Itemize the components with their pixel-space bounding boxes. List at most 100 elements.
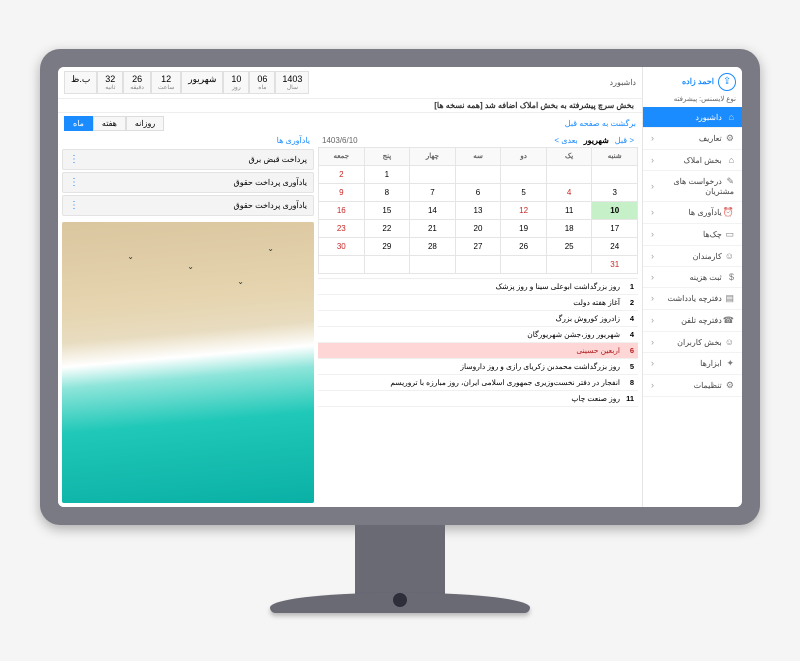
cal-day[interactable]: 16 — [318, 202, 364, 220]
nav-item[interactable]: ✦ ابزارها‹ — [643, 353, 742, 375]
nav-icon: ✎ — [724, 176, 734, 187]
back-link[interactable]: برگشت به صفحه قبل — [565, 119, 636, 128]
reminder-item[interactable]: یادآوری پرداخت حقوق⋮ — [62, 195, 314, 216]
tab-week[interactable]: هفته — [93, 116, 126, 131]
nav-item[interactable]: $ ثبت هزینه‹ — [643, 267, 742, 288]
wallpaper: ⌄ ⌄ ⌄ ⌄ — [62, 222, 314, 503]
cal-day[interactable]: 9 — [318, 184, 364, 202]
cal-day[interactable]: 25 — [546, 238, 592, 256]
nav-item[interactable]: ▭ چک‌ها‹ — [643, 224, 742, 246]
chevron-left-icon: ‹ — [651, 293, 654, 303]
cal-day[interactable]: 29 — [364, 238, 410, 256]
cal-dow: جمعه — [318, 148, 364, 166]
nav-item[interactable]: ⚙ تنظیمات‹ — [643, 375, 742, 397]
datetime: ب.ظ 32ثانیه 26دقیقه 12ساعت شهریور 10روز … — [64, 71, 309, 94]
cal-day[interactable]: 26 — [500, 238, 546, 256]
cal-day[interactable]: 28 — [409, 238, 455, 256]
event-row: 11روز صنعت چاپ — [318, 391, 638, 407]
nav-icon: ☺ — [724, 337, 734, 347]
nav-item[interactable]: ☺ بخش کاربران‹ — [643, 332, 742, 353]
event-row: 6اربعین حسینی — [318, 343, 638, 359]
chevron-left-icon: ‹ — [651, 229, 654, 239]
calendar-grid: شنبهیکدوسهچهارپنججمعه1234567891011121314… — [318, 147, 638, 274]
cal-day[interactable]: 5 — [500, 184, 546, 202]
event-row: 2آغاز هفته دولت — [318, 295, 638, 311]
nav-icon: ☎ — [724, 315, 734, 326]
reminder-item[interactable]: یادآوری پرداخت حقوق⋮ — [62, 172, 314, 193]
main: داشبورد ب.ظ 32ثانیه 26دقیقه 12ساعت شهریو… — [58, 67, 642, 507]
news-banner: بخش سرچ پیشرفته به بخش املاک اضافه شد [ه… — [58, 99, 642, 113]
cal-day[interactable]: 21 — [409, 220, 455, 238]
cal-day[interactable]: 14 — [409, 202, 455, 220]
kebab-icon[interactable]: ⋮ — [69, 177, 79, 188]
chevron-left-icon: ‹ — [651, 315, 654, 325]
sidebar: ⇪ احمد زاده نوع لایسنس: پیشرفته ⌂ داشبور… — [642, 67, 742, 507]
cal-day — [455, 166, 501, 184]
nav-icon: ▭ — [724, 229, 734, 240]
cal-day — [546, 256, 592, 274]
kebab-icon[interactable]: ⋮ — [69, 154, 79, 165]
logo-icon: ⇪ — [718, 73, 736, 91]
chevron-left-icon: ‹ — [651, 207, 654, 217]
cal-day[interactable]: 18 — [546, 220, 592, 238]
nav-item[interactable]: ☎ دفترچه تلفن‹ — [643, 310, 742, 332]
cal-day[interactable]: 31 — [591, 256, 637, 274]
reminder-item[interactable]: پرداخت قبض برق⋮ — [62, 149, 314, 170]
cal-day[interactable]: 13 — [455, 202, 501, 220]
chevron-left-icon: ‹ — [651, 133, 654, 143]
cal-prev[interactable]: < قبل — [615, 136, 634, 145]
nav-item[interactable]: ✎ درخواست های مشتریان‹ — [643, 171, 742, 202]
cal-day[interactable]: 22 — [364, 220, 410, 238]
chevron-left-icon: ‹ — [651, 380, 654, 390]
cal-day[interactable]: 7 — [409, 184, 455, 202]
nav-icon: ⌂ — [724, 155, 734, 165]
cal-day[interactable]: 12 — [500, 202, 546, 220]
event-row: 8انفجار در دفتر نخست‌وزیری جمهوری اسلامی… — [318, 375, 638, 391]
breadcrumb: داشبورد — [610, 78, 636, 87]
cal-day[interactable]: 4 — [546, 184, 592, 202]
event-row: 4شهریور روز،جشن شهریورگان — [318, 327, 638, 343]
nav-icon: $ — [724, 272, 734, 282]
nav-item[interactable]: ☺ کارمندان‹ — [643, 246, 742, 267]
cal-day[interactable]: 24 — [591, 238, 637, 256]
nav-item[interactable]: ⌂ داشبورد — [643, 107, 742, 128]
cal-title: شهریور — [584, 136, 609, 145]
license: نوع لایسنس: پیشرفته — [643, 95, 742, 107]
cal-day — [455, 256, 501, 274]
cal-day[interactable]: 27 — [455, 238, 501, 256]
cal-day[interactable]: 1 — [364, 166, 410, 184]
kebab-icon[interactable]: ⋮ — [69, 200, 79, 211]
cal-day — [591, 166, 637, 184]
cal-day[interactable]: 3 — [591, 184, 637, 202]
cal-day[interactable]: 20 — [455, 220, 501, 238]
cal-day[interactable]: 2 — [318, 166, 364, 184]
cal-next[interactable]: بعدی > — [554, 136, 577, 145]
cal-day[interactable]: 19 — [500, 220, 546, 238]
nav-icon: ▤ — [724, 293, 734, 304]
cal-day[interactable]: 23 — [318, 220, 364, 238]
nav-item[interactable]: ⌂ بخش املاک‹ — [643, 150, 742, 171]
tab-month[interactable]: ماه — [64, 116, 93, 131]
nav-item[interactable]: ▤ دفترچه یادداشت‹ — [643, 288, 742, 310]
cal-day[interactable]: 11 — [546, 202, 592, 220]
nav-icon: ⏰ — [724, 207, 734, 218]
cal-dow: سه — [455, 148, 501, 166]
reminders-tab[interactable]: یادآوری ها — [277, 136, 310, 145]
cal-day[interactable]: 8 — [364, 184, 410, 202]
nav-icon: ✦ — [724, 358, 734, 369]
cal-day[interactable]: 6 — [455, 184, 501, 202]
nav-item[interactable]: ⚙ تعاریف‹ — [643, 128, 742, 150]
nav-item[interactable]: ⏰ یادآوری ها‹ — [643, 202, 742, 224]
chevron-left-icon: ‹ — [651, 358, 654, 368]
nav: ⌂ داشبورد⚙ تعاریف‹⌂ بخش املاک‹✎ درخواست … — [643, 107, 742, 507]
cal-day[interactable]: 17 — [591, 220, 637, 238]
nav-icon: ⚙ — [724, 133, 734, 144]
cal-day[interactable]: 15 — [364, 202, 410, 220]
cal-day[interactable]: 30 — [318, 238, 364, 256]
nav-icon: ☺ — [724, 251, 734, 261]
cal-day — [318, 256, 364, 274]
cal-day — [409, 166, 455, 184]
tab-day[interactable]: روزانه — [126, 116, 164, 131]
cal-day[interactable]: 10 — [591, 202, 637, 220]
user-name: احمد زاده — [682, 77, 714, 86]
